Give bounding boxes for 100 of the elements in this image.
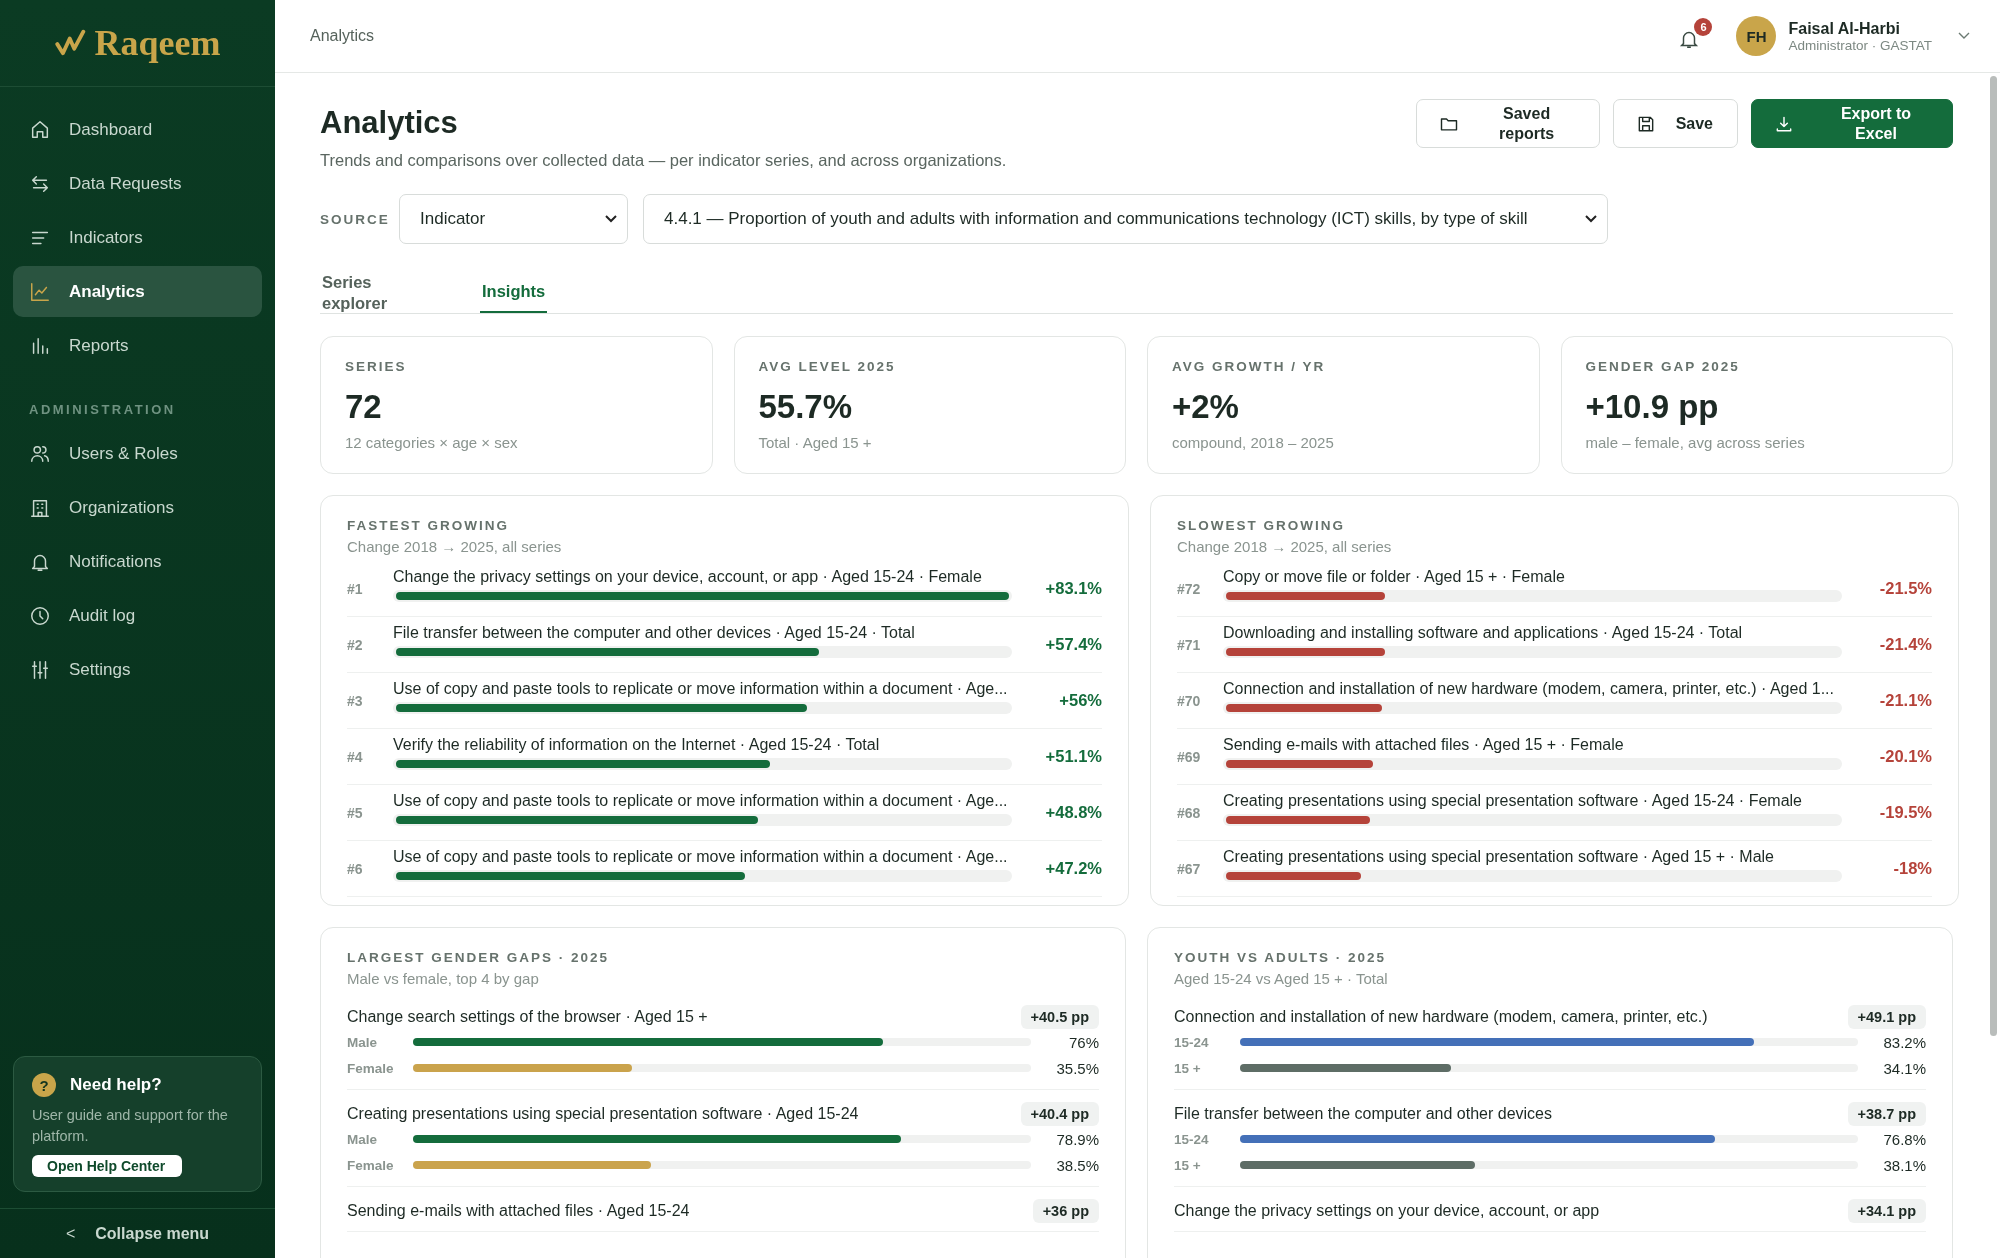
group-label: 15 + — [1174, 1157, 1202, 1173]
change-value: +57.4% — [1044, 635, 1102, 654]
chevron-down-icon — [1585, 215, 1597, 223]
line-chart-icon — [29, 280, 51, 303]
series-label: Connection and installation of new hardware (modem, camera, printer, etc.) — [1174, 1008, 1708, 1026]
nav-item[interactable]: Dashboard — [13, 104, 262, 155]
card-subtitle: Aged 15-24 vs Aged 15 + · Total — [1174, 970, 1389, 987]
save-button[interactable]: Save — [1612, 99, 1738, 148]
gap-badge: +38.7 pp — [1847, 1102, 1926, 1126]
percent-value: 76.8% — [1882, 1130, 1926, 1148]
export-button[interactable]: Export to Excel — [1751, 99, 1953, 148]
series-label: Use of copy and paste tools to replicate or move information within a document · Age... — [393, 679, 1009, 698]
indicator-select[interactable]: 4.4.1 — Proportion of youth and adults with information and communications technology (ICT) skills, by type of skill — [643, 194, 1608, 244]
source-type-select[interactable]: Indicator — [399, 194, 628, 244]
percent-value: 78.9% — [1055, 1130, 1099, 1148]
change-value: +83.1% — [1044, 579, 1102, 598]
nav-item[interactable]: Organizations — [13, 482, 262, 533]
nav-item[interactable]: Settings — [13, 644, 262, 695]
stat-value: 55.7% — [758, 388, 854, 426]
page-title: Analytics — [320, 105, 459, 141]
change-value: +51.1% — [1044, 747, 1102, 766]
rank-number: #5 — [347, 804, 364, 821]
stat-label: GENDER GAP 2025 — [1585, 359, 1741, 374]
rank-number: #69 — [1177, 748, 1202, 765]
nav-item[interactable]: Audit log — [13, 590, 262, 641]
card-title: YOUTH VS ADULTS · 2025 — [1174, 950, 1388, 965]
series-label: Creating presentations using special presentation software · Aged 15-24 — [347, 1105, 859, 1123]
series-label: Use of copy and paste tools to replicate or move information within a document · Age... — [393, 847, 1009, 866]
rank-number: #68 — [1177, 804, 1202, 821]
percent-value: 76% — [1067, 1033, 1099, 1051]
home-icon — [29, 118, 51, 141]
nav-item[interactable]: Notifications — [13, 536, 262, 587]
change-value: -21.1% — [1878, 691, 1932, 710]
series-label: Connection and installation of new hardware (modem, camera, printer, etc.) · Aged 1... — [1223, 679, 1835, 698]
collapse-menu-button[interactable]: < Collapse menu — [0, 1208, 275, 1258]
stat-note: Total · Aged 15 + — [758, 434, 873, 451]
change-value: -18% — [1892, 859, 1932, 878]
breadcrumb: Analytics — [310, 27, 375, 45]
help-center-button[interactable]: Open Help Center — [32, 1155, 182, 1177]
rank-number: #70 — [1177, 692, 1202, 709]
card-title: SLOWEST GROWING — [1177, 518, 1346, 533]
stat-value: 72 — [345, 388, 383, 426]
series-label: Sending e-mails with attached files · Aged 15 + · Female — [1223, 735, 1625, 754]
change-value: -21.4% — [1878, 635, 1932, 654]
change-value: +47.2% — [1044, 859, 1102, 878]
tab[interactable]: Insights — [480, 272, 548, 313]
card-subtitle: Change 2018 → 2025, all series — [1177, 538, 1393, 555]
stat-value: +10.9 pp — [1585, 388, 1720, 426]
rank-number: #72 — [1177, 580, 1202, 597]
group-label: 15-24 — [1174, 1131, 1210, 1147]
percent-value: 34.1% — [1882, 1059, 1926, 1077]
series-label: File transfer between the computer and other devices · Aged 15-24 · Total — [393, 623, 916, 642]
stat-value: +2% — [1172, 388, 1240, 426]
nav-item[interactable]: Data Requests — [13, 158, 262, 209]
series-label: Downloading and installing software and applications · Aged 15-24 · Total — [1223, 623, 1744, 642]
series-label: Copy or move file or folder · Aged 15 + · Female — [1223, 567, 1566, 586]
caret-icon[interactable] — [1958, 32, 1970, 40]
scrollbar-thumb[interactable] — [1990, 76, 1997, 1036]
series-label: Sending e-mails with attached files · Aged 15-24 — [347, 1202, 690, 1220]
sliders-icon — [29, 658, 51, 681]
series-label: Change the privacy settings on your device, account, or app — [1174, 1202, 1600, 1220]
change-value: -20.1% — [1878, 747, 1932, 766]
percent-value: 38.5% — [1055, 1156, 1099, 1174]
stat-label: SERIES — [345, 359, 408, 374]
rank-number: #71 — [1177, 636, 1202, 653]
stat-note: compound, 2018 – 2025 — [1172, 434, 1335, 451]
tab[interactable]: Series explorer — [320, 272, 410, 314]
rank-number: #6 — [347, 860, 364, 877]
rank-number: #3 — [347, 692, 364, 709]
notifications-button[interactable]: 6 — [1674, 18, 1713, 54]
gap-badge: +49.1 pp — [1847, 1005, 1926, 1029]
help-title: Need help? — [70, 1075, 162, 1095]
nav-item[interactable]: Reports — [13, 320, 262, 371]
series-label: Creating presentations using special presentation software · Aged 15 + · Male — [1223, 847, 1775, 866]
gap-badge: +34.1 pp — [1847, 1199, 1926, 1223]
nav-item[interactable]: Analytics — [13, 266, 262, 317]
rank-number: #4 — [347, 748, 364, 765]
change-value: +56% — [1058, 691, 1102, 710]
nav-item[interactable]: Indicators — [13, 212, 262, 263]
card-title: LARGEST GENDER GAPS · 2025 — [347, 950, 611, 965]
nav-item[interactable]: Users & Roles — [13, 428, 262, 479]
card-title: FASTEST GROWING — [347, 518, 510, 533]
series-label: Change search settings of the browser · Aged 15 + — [347, 1008, 708, 1026]
percent-value: 38.1% — [1882, 1156, 1926, 1174]
page-subtitle: Trends and comparisons over collected data — per indicator series, and across organizations. — [320, 151, 1007, 170]
saved-reports-button[interactable]: Saved reports — [1415, 99, 1600, 148]
gap-badge: +40.4 pp — [1020, 1102, 1099, 1126]
question-icon: ? — [32, 1073, 56, 1097]
clock-icon — [29, 604, 51, 627]
section-heading: ADMINISTRATION — [28, 401, 177, 419]
stat-note: 12 categories × age × sex — [345, 434, 519, 451]
app-logo: Raqeem — [94, 22, 221, 64]
stat-label: AVG LEVEL 2025 — [758, 359, 897, 374]
user-role: Administrator · GASTAT — [1788, 37, 1932, 53]
stat-note: male – female, avg across series — [1585, 434, 1806, 451]
notification-badge: 6 — [1694, 18, 1713, 36]
gap-badge: +40.5 pp — [1020, 1005, 1099, 1029]
percent-value: 83.2% — [1882, 1033, 1926, 1051]
rank-number: #1 — [347, 580, 364, 597]
series-label: Use of copy and paste tools to replicate or move information within a document · Age... — [393, 791, 1009, 810]
